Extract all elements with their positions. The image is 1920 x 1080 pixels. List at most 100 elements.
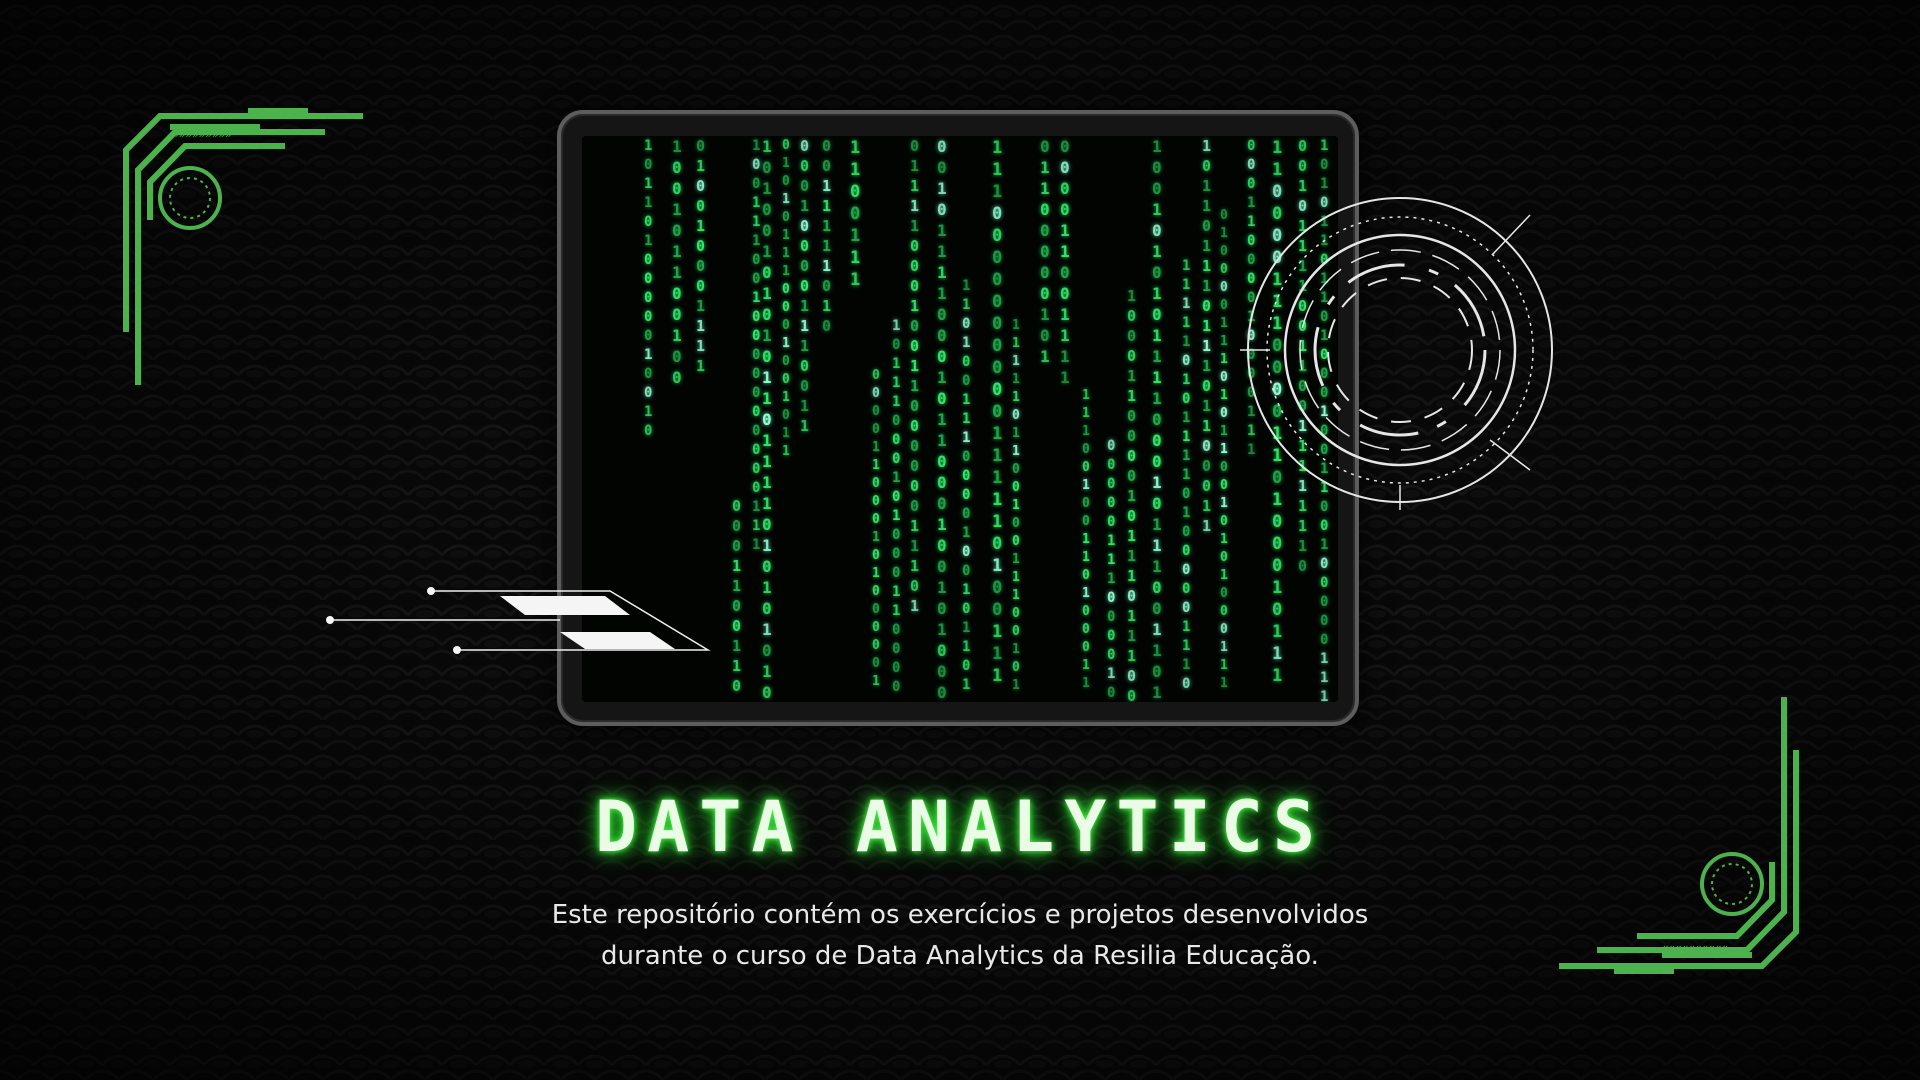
binary-digit: 1 [937,242,947,261]
binary-digit: 0 [892,432,900,448]
binary-digit: 0 [992,292,1002,312]
binary-digit: 1 [732,657,741,675]
binary-digit: 0 [962,487,970,503]
binary-digit: 0 [752,480,760,496]
binary-digit: 0 [762,221,772,240]
binary-digit: 0 [1127,347,1136,365]
binary-digit: 0 [937,305,947,324]
binary-digit: 0 [644,385,652,401]
page-title: DATA ANALYTICS [594,786,1325,868]
binary-digit: 0 [644,423,652,439]
binary-digit: 1 [1082,478,1090,493]
binary-digit: 0 [1040,263,1050,282]
binary-digit: 0 [1298,157,1307,175]
binary-digit: 0 [644,366,652,382]
binary-digit: 1 [782,156,790,171]
corner-bracket-top-left-icon: »»»»»»»»» [123,108,363,385]
binary-digit: 1 [1012,354,1020,369]
binary-digit: 0 [962,316,970,332]
binary-digit: 0 [1182,391,1190,407]
binary-digit: 0 [992,314,1002,334]
binary-digit: 0 [752,404,760,420]
binary-digit: 0 [872,494,880,509]
binary-digit: 0 [892,337,900,353]
binary-digit: 0 [762,158,772,177]
binary-digit: 1 [782,444,790,459]
binary-digit: 0 [892,679,900,695]
binary-digit: 0 [910,317,919,335]
binary-digit: 1 [1040,305,1050,324]
binary-digit: 0 [1127,307,1136,325]
binary-digit: 1 [752,138,760,154]
binary-digit: 1 [1272,578,1282,598]
binary-digit: 0 [1220,514,1228,529]
binary-digit: 1 [937,368,947,387]
binary-digit: 1 [752,518,760,534]
binary-digit: 1 [1182,277,1190,293]
binary-digit: 1 [910,197,919,215]
binary-digit: 1 [1220,658,1228,673]
binary-digit: 0 [937,662,947,681]
binary-digit: 0 [1152,179,1162,198]
binary-digit: 0 [992,248,1002,268]
binary-digit: 1 [1152,326,1162,345]
binary-digit: 0 [892,451,900,467]
binary-digit: 1 [1152,347,1162,366]
binary-digit: 0 [782,210,790,225]
binary-digit: 0 [752,157,760,173]
binary-digit: 0 [1127,327,1136,345]
binary-digit: 1 [1152,683,1162,702]
binary-digit: 0 [644,290,652,306]
binary-digit: 0 [1247,138,1255,154]
binary-digit: 0 [1202,297,1211,315]
binary-digit: 0 [1012,660,1020,675]
binary-digit: 0 [822,277,831,295]
binary-digit: 0 [800,177,809,195]
binary-digit: 0 [1082,622,1090,637]
binary-digit: 0 [800,357,809,375]
binary-digit: 0 [1082,460,1090,475]
binary-digit: 0 [800,257,809,275]
binary-digit: 1 [1127,527,1136,545]
binary-digit: 1 [1202,257,1211,275]
binary-digit: 1 [1127,627,1136,645]
binary-digit: 1 [872,440,880,455]
binary-digit: 0 [872,386,880,401]
binary-digit: 0 [872,620,880,635]
binary-digit: 0 [752,461,760,477]
binary-digit: 1 [782,390,790,405]
binary-digit: 1 [1152,557,1162,576]
binary-digit: 1 [1182,334,1190,350]
binary-digit: 0 [696,277,705,295]
binary-digit: 1 [937,431,947,450]
binary-digit: 1 [782,264,790,279]
svg-text:»»»»»»»»»: »»»»»»»»» [172,128,232,141]
binary-digit: 1 [1202,517,1211,535]
binary-digit: 0 [1107,647,1115,663]
binary-digit: 1 [872,566,880,581]
binary-digit: 0 [1012,534,1020,549]
binary-digit: 0 [1220,298,1228,313]
binary-digit: 1 [910,177,919,195]
binary-digit: 0 [1220,280,1228,295]
binary-digit: 1 [1012,552,1020,567]
binary-digit: 1 [910,597,919,615]
binary-digit: 0 [1040,137,1050,156]
binary-digit: 0 [1202,457,1211,475]
binary-digit: 0 [872,602,880,617]
binary-digit: 0 [850,204,860,224]
binary-digit: 1 [992,468,1002,488]
binary-digit: 0 [1220,370,1228,385]
binary-digit: 1 [762,536,772,555]
binary-digit: 0 [644,214,652,230]
binary-digit: 1 [752,195,760,211]
binary-digit: 1 [1082,586,1090,601]
binary-digit: 1 [1202,317,1211,335]
binary-digit: 0 [1040,326,1050,345]
binary-digit: 1 [1202,397,1211,415]
binary-digit: 0 [992,358,1002,378]
binary-digit: 1 [1082,550,1090,565]
binary-digit: 0 [1082,604,1090,619]
binary-digit: 1 [672,242,682,261]
binary-digit: 1 [762,431,772,450]
